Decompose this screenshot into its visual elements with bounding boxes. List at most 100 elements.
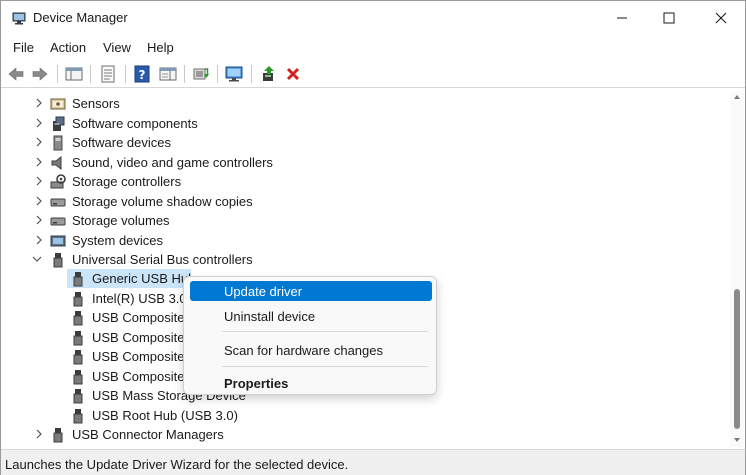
chevron-right-icon[interactable] — [34, 157, 44, 167]
tree-category-storage-controllers[interactable]: Storage controllers — [5, 172, 725, 191]
menu-file[interactable]: File — [13, 40, 34, 55]
usb-device-icon — [73, 311, 83, 326]
software-components-icon — [53, 116, 65, 131]
tree-label: USB Composite — [92, 330, 185, 345]
context-menu-label: Uninstall device — [224, 309, 316, 324]
help-button[interactable]: ? — [131, 63, 153, 85]
tree-label: Sensors — [72, 96, 120, 111]
usb-device-icon — [73, 370, 83, 385]
chevron-right-icon[interactable] — [34, 118, 44, 128]
toolbar: ? — [1, 60, 745, 88]
maximize-button[interactable] — [646, 1, 692, 35]
tree-label: Software devices — [72, 135, 171, 150]
toolbar-separator — [184, 65, 185, 83]
usb-icon — [53, 428, 63, 443]
menu-bar: File Action View Help — [1, 37, 745, 59]
context-menu-separator — [222, 331, 428, 332]
toolbar-separator — [125, 65, 126, 83]
show-hide-console-tree-button[interactable] — [63, 63, 85, 85]
tree-category-software-components[interactable]: Software components — [5, 114, 725, 133]
enable-device-button[interactable] — [258, 63, 280, 85]
window-title: Device Manager — [33, 10, 128, 25]
tree-label: Storage volumes — [72, 213, 170, 228]
device-manager-icon — [12, 12, 26, 25]
chevron-right-icon[interactable] — [34, 137, 44, 147]
uninstall-device-button[interactable] — [282, 63, 304, 85]
tree-category-sound-video-game[interactable]: Sound, video and game controllers — [5, 153, 725, 172]
back-button[interactable] — [5, 63, 27, 85]
chevron-right-icon[interactable] — [34, 215, 44, 225]
menu-view[interactable]: View — [103, 40, 131, 55]
tree-label: Storage controllers — [72, 174, 182, 189]
device-manager-window: Device Manager File Action View Help ? S… — [0, 0, 746, 475]
usb-device-icon — [73, 350, 83, 365]
properties-button[interactable] — [97, 63, 119, 85]
enable-device-icon — [263, 66, 274, 81]
tree-label: USB Composite — [92, 369, 185, 384]
menu-action[interactable]: Action — [50, 40, 86, 55]
context-menu-label: Update driver — [224, 284, 303, 299]
update-driver-icon — [193, 68, 209, 80]
tree-category-usb-controllers[interactable]: Universal Serial Bus controllers — [5, 250, 725, 269]
chevron-right-icon[interactable] — [34, 235, 44, 245]
tree-category-system-devices[interactable]: System devices — [5, 231, 725, 250]
minimize-button[interactable] — [599, 1, 645, 35]
action-pane-button[interactable] — [157, 63, 179, 85]
tree-label: Universal Serial Bus controllers — [72, 252, 253, 267]
usb-device-icon — [73, 331, 83, 346]
tree-label: Intel(R) USB 3.0 e — [92, 291, 198, 306]
context-menu-scan-hardware[interactable]: Scan for hardware changes — [190, 340, 432, 360]
tree-label: USB Composite — [92, 310, 185, 325]
status-bar: Launches the Update Driver Wizard for th… — [1, 449, 745, 475]
usb-device-icon — [73, 272, 83, 287]
tree-label: Software components — [72, 116, 198, 131]
vertical-scrollbar[interactable] — [730, 91, 744, 447]
context-menu-uninstall-device[interactable]: Uninstall device — [190, 306, 432, 326]
sensors-icon — [50, 98, 66, 110]
close-icon — [715, 12, 727, 24]
context-menu-label: Scan for hardware changes — [224, 343, 383, 358]
tree-category-usb-connector-managers[interactable]: USB Connector Managers — [5, 425, 725, 444]
close-button[interactable] — [698, 1, 744, 35]
menu-help[interactable]: Help — [147, 40, 174, 55]
update-driver-button[interactable] — [190, 63, 212, 85]
uninstall-icon — [286, 67, 300, 81]
scan-hardware-button[interactable] — [223, 63, 245, 85]
action-pane-icon — [159, 67, 177, 81]
tree-category-software-devices[interactable]: Software devices — [5, 133, 725, 152]
context-menu-update-driver[interactable]: Update driver — [190, 281, 432, 301]
show-hide-console-tree-icon — [65, 67, 83, 81]
tree-category-storage-volumes[interactable]: Storage volumes — [5, 211, 725, 230]
tree-label: Generic USB Hub — [92, 271, 196, 286]
scan-hardware-icon — [225, 66, 243, 82]
chevron-down-icon[interactable] — [32, 254, 42, 264]
svg-text:?: ? — [139, 68, 146, 82]
forward-button[interactable] — [29, 63, 51, 85]
chevron-right-icon[interactable] — [34, 176, 44, 186]
chevron-right-icon[interactable] — [34, 98, 44, 108]
context-menu: Update driver Uninstall device Scan for … — [183, 276, 437, 395]
back-arrow-icon — [8, 67, 24, 81]
tree-category-sensors[interactable]: Sensors — [5, 94, 725, 113]
system-devices-icon — [50, 235, 66, 247]
software-devices-icon — [53, 135, 63, 151]
tree-label: USB Composite — [92, 349, 185, 364]
scroll-up-arrow-icon[interactable] — [733, 93, 741, 101]
context-menu-properties[interactable]: Properties — [190, 373, 432, 393]
speaker-icon — [51, 155, 62, 171]
tree-device-usb-root-hub[interactable]: USB Root Hub (USB 3.0) — [5, 406, 725, 425]
properties-icon — [101, 65, 115, 83]
forward-arrow-icon — [32, 67, 48, 81]
tree-category-storage-volume-shadow-copies[interactable]: Storage volume shadow copies — [5, 192, 725, 211]
toolbar-separator — [57, 65, 58, 83]
tree-label: USB Root Hub (USB 3.0) — [92, 408, 238, 423]
chevron-right-icon[interactable] — [34, 429, 44, 439]
scrollbar-thumb[interactable] — [734, 289, 740, 429]
minimize-icon — [617, 17, 627, 19]
drive-icon — [50, 198, 66, 207]
maximize-icon — [663, 12, 675, 24]
context-menu-label: Properties — [224, 376, 289, 391]
scroll-down-arrow-icon[interactable] — [733, 436, 741, 444]
tree-label: Sound, video and game controllers — [72, 155, 273, 170]
chevron-right-icon[interactable] — [34, 196, 44, 206]
